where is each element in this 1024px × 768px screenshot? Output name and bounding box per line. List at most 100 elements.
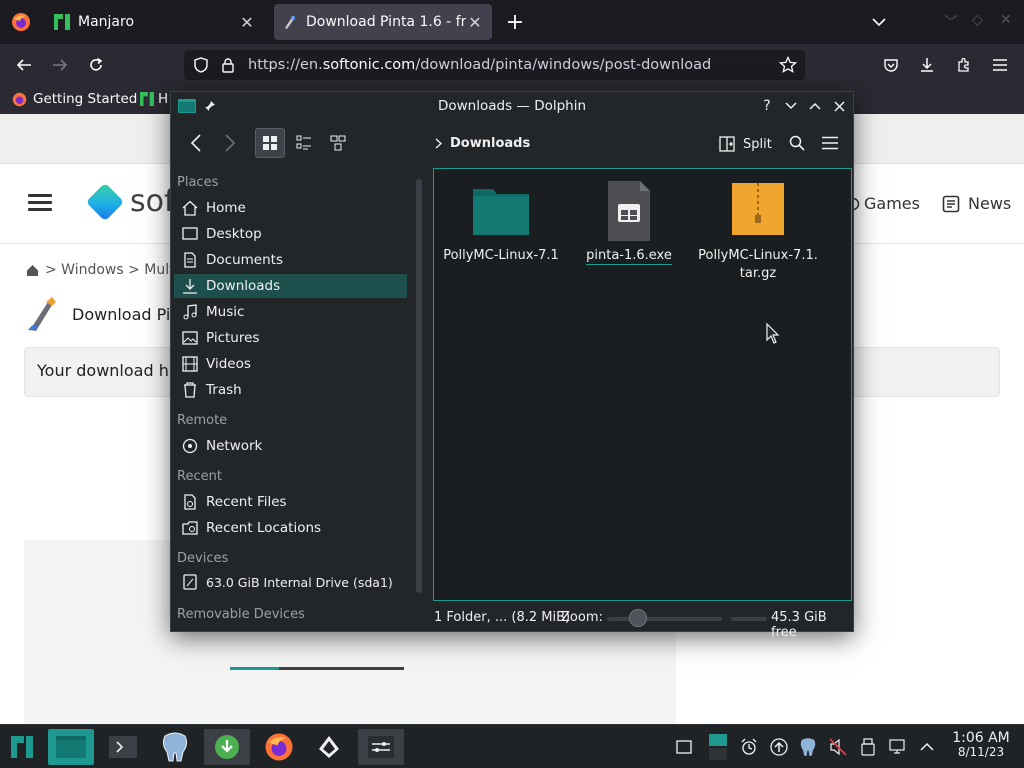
back-icon[interactable] — [11, 52, 37, 78]
maximize-icon[interactable]: ◇ — [972, 12, 983, 28]
sidebar-item-downloads[interactable]: Downloads — [174, 274, 407, 298]
bookmark-getting-started[interactable]: Getting Started — [12, 91, 137, 107]
close-icon[interactable]: ✕ — [1000, 12, 1012, 28]
sidebar-scrollbar[interactable] — [416, 179, 422, 593]
pinta-favicon-icon — [282, 14, 298, 30]
minimize-icon[interactable]: ﹀ — [944, 12, 958, 32]
recent-heading: Recent — [177, 469, 222, 484]
nav-news[interactable]: News — [942, 194, 1011, 213]
downloads-icon[interactable] — [914, 52, 940, 78]
help-icon[interactable]: ? — [758, 97, 776, 115]
chevron-down-icon[interactable] — [864, 4, 894, 40]
volume-muted-icon[interactable] — [828, 737, 848, 757]
sidebar-item-recent-files[interactable]: Recent Files — [174, 490, 407, 514]
tab-close-icon[interactable]: ✕ — [238, 13, 256, 32]
breadcrumb: > Windows > Multi — [26, 262, 179, 278]
dolphin-toolbar: Downloads Split — [171, 122, 853, 166]
menu-icon[interactable] — [987, 52, 1013, 78]
file-name-line1: PollyMC-Linux-7.1. — [698, 248, 818, 263]
tab-close-icon[interactable]: ✕ — [466, 13, 484, 32]
pgadmin-elephant-icon[interactable] — [152, 729, 198, 765]
desktop-icon — [182, 226, 198, 242]
close-icon[interactable] — [830, 97, 848, 115]
location-breadcrumb[interactable]: Downloads — [435, 136, 530, 151]
sidebar-item-recent-locations[interactable]: Recent Locations — [174, 516, 407, 540]
music-icon — [182, 304, 198, 320]
pgadmin-tray-icon[interactable] — [798, 737, 818, 757]
sidebar-item-pictures[interactable]: Pictures — [174, 326, 407, 350]
extensions-icon[interactable] — [951, 52, 977, 78]
clock[interactable]: 1:06 AM 8/11/23 — [946, 730, 1016, 759]
sidebar-item-videos[interactable]: Videos — [174, 352, 407, 376]
sidebar-item-trash[interactable]: Trash — [174, 378, 407, 402]
tab-title: Manjaro — [78, 14, 135, 30]
minimize-icon[interactable] — [782, 97, 800, 115]
system-settings-icon[interactable] — [358, 729, 404, 765]
nav-games[interactable]: Games — [846, 194, 920, 213]
sidebar-item-music[interactable]: Music — [174, 300, 407, 324]
places-panel: Places Home Desktop Documents Downloads … — [171, 168, 407, 670]
sidebar-item-documents[interactable]: Documents — [174, 248, 407, 272]
forward-icon[interactable] — [47, 52, 73, 78]
clock-time: 1:06 AM — [952, 730, 1010, 746]
usb-device-icon[interactable] — [858, 737, 878, 757]
shield-icon[interactable] — [194, 57, 208, 73]
new-tab-button[interactable]: + — [500, 4, 530, 40]
network-wired-icon[interactable] — [888, 737, 908, 757]
file-item-folder[interactable]: PollyMC-Linux-7.1 — [441, 181, 561, 265]
virtual-desktop-icon[interactable] — [708, 733, 728, 761]
browser-tab-bar: Manjaro ✕ Download Pinta 1.6 - free ✕ + … — [0, 0, 1024, 44]
maximize-icon[interactable] — [806, 97, 824, 115]
hamburger-menu-icon[interactable] — [28, 194, 52, 212]
back-icon[interactable] — [181, 128, 211, 158]
home-icon[interactable] — [26, 264, 39, 277]
split-button[interactable]: Split — [719, 132, 772, 156]
updates-icon[interactable] — [769, 737, 789, 757]
icons-view-button[interactable] — [255, 128, 285, 158]
firefox-logo-icon[interactable] — [0, 0, 42, 44]
home-icon — [182, 200, 198, 216]
mouse-cursor-icon — [766, 323, 780, 345]
bookmark-star-icon[interactable] — [779, 56, 797, 74]
pocket-icon[interactable] — [878, 52, 904, 78]
executable-icon — [599, 181, 659, 241]
file-item-archive[interactable]: PollyMC-Linux-7.1. tar.gz — [698, 181, 818, 283]
dolphin-task-icon[interactable] — [48, 729, 94, 765]
status-summary: 1 Folder, ... (8.2 MiB) — [434, 610, 571, 625]
tab-pinta[interactable]: Download Pinta 1.6 - free ✕ — [274, 4, 492, 40]
sidebar-item-internal-drive[interactable]: 63.0 GiB Internal Drive (sda1) — [174, 570, 407, 594]
lock-icon[interactable] — [222, 57, 234, 73]
dolphin-window: Downloads — Dolphin ? Downloads Split Pl… — [170, 91, 854, 670]
tab-manjaro[interactable]: Manjaro ✕ — [44, 4, 266, 40]
bookmark-h[interactable]: H — [140, 91, 168, 107]
manjaro-menu-icon[interactable] — [0, 729, 44, 765]
file-item-exe[interactable]: pinta-1.6.exe — [569, 181, 689, 265]
alarm-icon[interactable] — [739, 737, 759, 757]
clock-date: 8/11/23 — [957, 745, 1005, 759]
manjaro-favicon-icon — [54, 14, 70, 30]
sidebar-item-network[interactable]: Network — [174, 434, 407, 458]
url-bar[interactable]: https://en.softonic.com/download/pinta/w… — [184, 50, 805, 80]
reload-icon[interactable] — [83, 52, 109, 78]
hamburger-menu-icon[interactable] — [815, 128, 845, 158]
sidebar-item-home[interactable]: Home — [174, 196, 407, 220]
sidebar-item-desktop[interactable]: Desktop — [174, 222, 407, 246]
tray-expand-icon[interactable] — [917, 737, 937, 757]
download-manager-icon[interactable] — [204, 729, 250, 765]
zoom-slider-handle[interactable] — [629, 609, 647, 627]
compact-view-button[interactable] — [289, 128, 319, 158]
tab-title: Download Pinta 1.6 - free — [306, 14, 466, 30]
forward-icon[interactable] — [215, 128, 245, 158]
firefox-task-icon[interactable] — [256, 729, 302, 765]
zoom-label: Zoom: — [561, 610, 603, 625]
pictures-icon — [182, 330, 198, 346]
show-desktop-icon[interactable] — [674, 737, 694, 757]
recent-locations-icon — [182, 520, 198, 536]
inkscape-icon[interactable] — [306, 729, 352, 765]
search-icon[interactable] — [782, 128, 812, 158]
file-view[interactable]: PollyMC-Linux-7.1 pinta-1.6.exe PollyMC-… — [433, 168, 852, 601]
details-view-button[interactable] — [323, 128, 353, 158]
terminal-task-icon[interactable] — [100, 729, 146, 765]
dolphin-titlebar[interactable]: Downloads — Dolphin ? — [171, 92, 853, 120]
zoom-slider[interactable] — [607, 617, 722, 621]
